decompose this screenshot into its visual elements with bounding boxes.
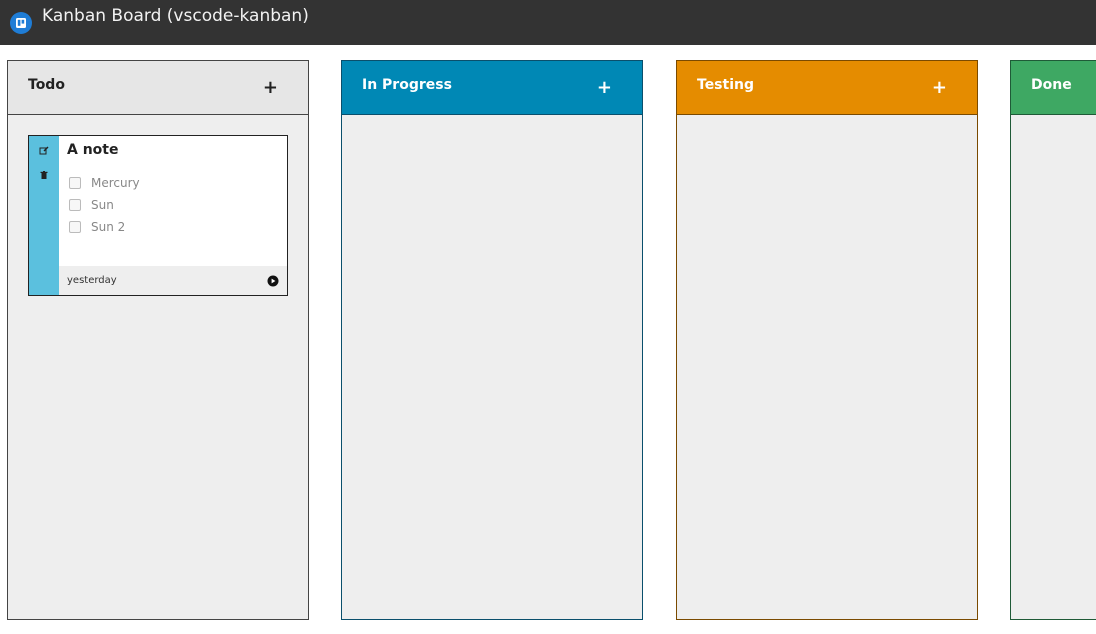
trash-icon[interactable] xyxy=(37,168,51,182)
add-card-button[interactable]: + xyxy=(597,79,612,97)
window-title: Kanban Board (vscode-kanban) xyxy=(42,6,309,26)
card-body: A note Mercury Sun Sun 2 yesterday xyxy=(59,136,287,295)
column-title: Testing xyxy=(697,77,754,93)
checkbox[interactable] xyxy=(69,177,81,189)
checkbox[interactable] xyxy=(69,199,81,211)
title-bar: Kanban Board (vscode-kanban) xyxy=(0,0,1096,45)
column-testing: Testing + xyxy=(676,60,978,620)
column-header-testing: Testing + xyxy=(677,61,977,115)
checklist: Mercury Sun Sun 2 xyxy=(59,172,287,238)
card-title: A note xyxy=(67,142,119,158)
add-card-button[interactable]: + xyxy=(932,79,947,97)
column-title: Todo xyxy=(28,77,65,93)
column-done: Done + xyxy=(1010,60,1096,620)
play-circle-icon[interactable] xyxy=(267,275,279,287)
checklist-item: Mercury xyxy=(69,172,287,194)
card-timestamp: yesterday xyxy=(67,275,117,286)
checkbox[interactable] xyxy=(69,221,81,233)
edit-icon[interactable] xyxy=(37,144,51,158)
checklist-item: Sun 2 xyxy=(69,216,287,238)
column-in-progress: In Progress + xyxy=(341,60,643,620)
checklist-item-label: Sun 2 xyxy=(91,220,126,234)
card-sidebar xyxy=(29,136,59,295)
kanban-board-icon xyxy=(10,11,32,34)
checklist-item-label: Sun xyxy=(91,198,114,212)
column-todo: Todo + A note Mercury Sun Sun 2 yesterda… xyxy=(7,60,309,620)
checklist-item-label: Mercury xyxy=(91,176,140,190)
card-footer: yesterday xyxy=(59,266,287,295)
kanban-board: Todo + A note Mercury Sun Sun 2 yesterda… xyxy=(0,45,1096,634)
column-title: Done xyxy=(1031,77,1072,93)
card[interactable]: A note Mercury Sun Sun 2 yesterday xyxy=(28,135,288,296)
add-card-button[interactable]: + xyxy=(263,79,278,97)
column-header-done: Done + xyxy=(1011,61,1096,115)
checklist-item: Sun xyxy=(69,194,287,216)
column-title: In Progress xyxy=(362,77,452,93)
column-header-todo: Todo + xyxy=(8,61,308,115)
column-header-in-progress: In Progress + xyxy=(342,61,642,115)
